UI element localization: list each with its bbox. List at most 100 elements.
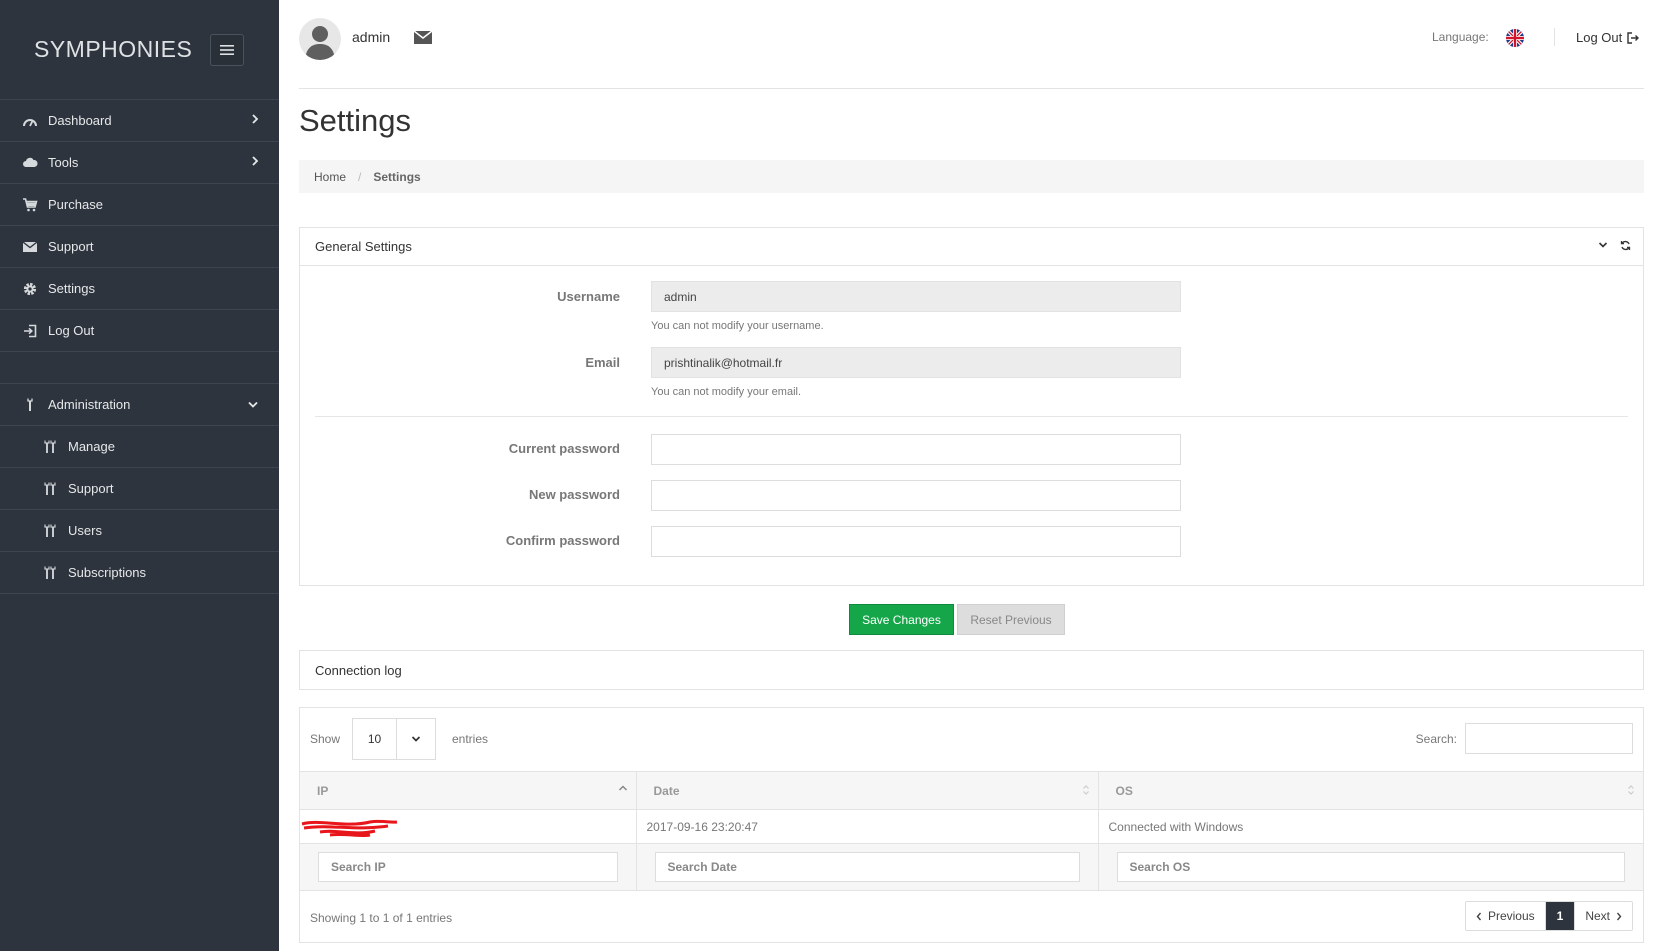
- previous-label: Previous: [1487, 909, 1535, 923]
- sidebar-item-tools[interactable]: Tools: [0, 142, 279, 184]
- username-help-text: You can not modify your username.: [651, 320, 824, 332]
- search-ip-input[interactable]: Search IP: [318, 852, 618, 882]
- logout-icon: [1627, 31, 1640, 44]
- new-password-label: New password: [528, 487, 620, 502]
- sidebar-subitem-subscriptions[interactable]: Subscriptions: [0, 552, 279, 594]
- sidebar-item-label: Dashboard: [48, 113, 112, 128]
- sort-both-icon: [1082, 785, 1089, 795]
- panel-tools: [1598, 240, 1631, 251]
- sort-both-icon: [1628, 785, 1634, 795]
- current-password-field[interactable]: [651, 434, 1181, 465]
- table-row: 2017-09-16 23:20:47 Connected with Windo…: [300, 809, 1643, 844]
- sidebar-item-label: Tools: [48, 155, 79, 170]
- cart-icon: [22, 197, 38, 213]
- chevron-right-icon: [1616, 912, 1622, 920]
- confirm-password-field[interactable]: [651, 526, 1181, 557]
- new-password-field[interactable]: [651, 480, 1181, 511]
- tools-icon: [42, 523, 58, 539]
- filter-cell: Search Date: [635, 843, 1098, 891]
- cloud-icon: [22, 155, 38, 171]
- login-icon: [22, 323, 38, 339]
- column-label: OS: [1115, 783, 1133, 798]
- previous-page-button[interactable]: Previous: [1466, 902, 1545, 930]
- reset-previous-button[interactable]: Reset Previous: [957, 604, 1065, 635]
- page-button-current[interactable]: 1: [1544, 902, 1575, 930]
- breadcrumb-current: Settings: [373, 169, 421, 184]
- sidebar-item-logout[interactable]: Log Out: [0, 310, 279, 352]
- username-label: Username: [557, 289, 620, 304]
- sidebar-subitem-label: Users: [68, 523, 102, 538]
- cell-os: Connected with Windows: [1097, 809, 1643, 844]
- brand-logo[interactable]: SYMPHONIES: [34, 36, 192, 63]
- sidebar-subitem-users[interactable]: Users: [0, 510, 279, 552]
- redaction-scribble: [301, 819, 398, 837]
- sidebar-item-administration[interactable]: Administration: [0, 384, 279, 426]
- column-header-ip[interactable]: IP: [300, 771, 636, 810]
- next-label: Next: [1585, 909, 1610, 923]
- logout-link[interactable]: Log Out: [1576, 30, 1640, 45]
- search-date-input[interactable]: Search Date: [654, 852, 1080, 882]
- search-label: Search:: [1415, 732, 1457, 746]
- sidebar-item-dashboard[interactable]: Dashboard: [0, 100, 279, 142]
- sidebar-item-settings[interactable]: Settings: [0, 268, 279, 310]
- logout-label: Log Out: [1576, 30, 1623, 45]
- column-header-os[interactable]: OS: [1097, 771, 1643, 810]
- uk-flag-icon[interactable]: [1506, 29, 1524, 47]
- tools-icon: [42, 439, 58, 455]
- language-label: Language:: [1432, 30, 1489, 44]
- sidebar-subitem-label: Subscriptions: [68, 565, 147, 580]
- table-header-row: IP Date OS: [300, 771, 1643, 810]
- column-header-date[interactable]: Date: [635, 771, 1098, 810]
- breadcrumb: Home / Settings: [299, 160, 1644, 193]
- chevron-right-icon: [252, 114, 259, 124]
- sidebar-item-purchase[interactable]: Purchase: [0, 184, 279, 226]
- tools-icon: [42, 481, 58, 497]
- user-silhouette-icon: [305, 26, 335, 60]
- tools-icon: [42, 565, 58, 581]
- header-divider: [1554, 28, 1555, 46]
- brand-bar: SYMPHONIES: [0, 0, 279, 100]
- column-label: IP: [317, 783, 329, 798]
- filter-cell: Search IP: [300, 843, 636, 891]
- page-length-select[interactable]: 10: [352, 718, 436, 760]
- table-search-input[interactable]: [1465, 723, 1633, 754]
- collapse-chevron-icon[interactable]: [1598, 240, 1608, 250]
- breadcrumb-separator: /: [358, 169, 362, 184]
- avatar[interactable]: [299, 18, 341, 60]
- show-label: Show: [310, 732, 341, 746]
- connection-log-header: Connection log: [299, 650, 1644, 690]
- menu-toggle-button[interactable]: [210, 33, 245, 66]
- envelope-icon[interactable]: [414, 31, 432, 44]
- caret-down-icon: [397, 719, 435, 759]
- pagination: Previous 1 Next: [1464, 901, 1633, 931]
- sidebar-item-support[interactable]: Support: [0, 226, 279, 268]
- next-page-button[interactable]: Next: [1574, 902, 1632, 930]
- email-field[interactable]: prishtinalik@hotmail.fr: [651, 347, 1181, 378]
- sort-asc-icon: [618, 785, 627, 791]
- chevron-left-icon: [1476, 912, 1481, 920]
- username-field[interactable]: admin: [651, 281, 1181, 312]
- refresh-icon[interactable]: [1620, 240, 1631, 251]
- current-username[interactable]: admin: [352, 29, 390, 45]
- gear-icon: [22, 281, 38, 297]
- page-title: Settings: [299, 103, 412, 138]
- connection-log-table: IP Date OS 2017-09-16 23:20:47 Connected…: [300, 771, 1643, 891]
- table-controls: Show 10 entries Search:: [300, 708, 1643, 771]
- cell-date: 2017-09-16 23:20:47: [635, 809, 1098, 844]
- envelope-icon: [22, 239, 38, 255]
- sidebar-item-label: Purchase: [48, 197, 103, 212]
- sidebar-item-label: Log Out: [48, 323, 95, 338]
- sidebar-subitem-support[interactable]: Support: [0, 468, 279, 510]
- sidebar-subitem-manage[interactable]: Manage: [0, 426, 279, 468]
- table-info: Showing 1 to 1 of 1 entries: [310, 911, 453, 925]
- column-label: Date: [653, 783, 680, 798]
- connection-log-table-panel: Show 10 entries Search: IP Date OS 2017-…: [299, 707, 1644, 943]
- search-os-input[interactable]: Search OS: [1116, 852, 1625, 882]
- sidebar-subitem-label: Support: [68, 481, 114, 496]
- chevron-right-icon: [252, 156, 259, 166]
- email-help-text: You can not modify your email.: [651, 386, 802, 398]
- breadcrumb-home-link[interactable]: Home: [314, 170, 346, 184]
- sidebar-item-label: Settings: [48, 281, 95, 296]
- save-changes-button[interactable]: Save Changes: [849, 604, 954, 635]
- filter-cell: Search OS: [1097, 843, 1643, 891]
